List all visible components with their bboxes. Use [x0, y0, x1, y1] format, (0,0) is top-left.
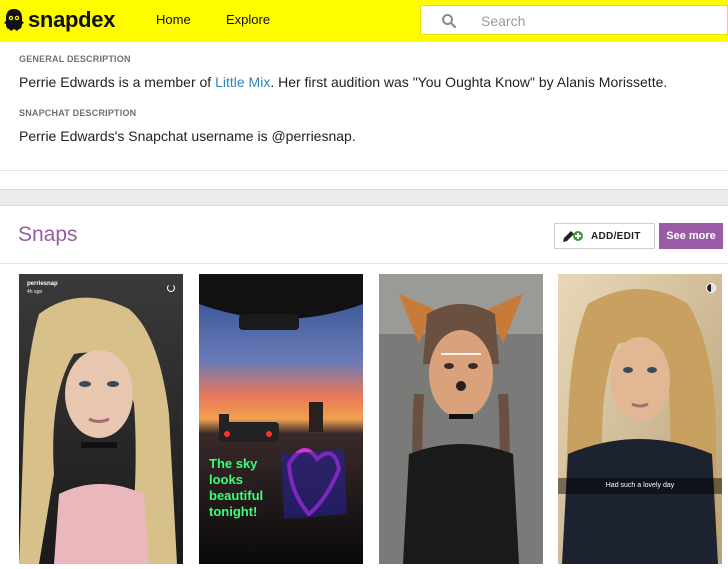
snap-timestamp: 4h ago	[27, 289, 43, 295]
pencil-plus-icon	[563, 231, 583, 242]
snap-card-3[interactable]	[379, 274, 543, 564]
search-icon[interactable]	[441, 13, 457, 29]
little-mix-link[interactable]: Little Mix	[215, 74, 270, 90]
search-input[interactable]	[481, 10, 721, 32]
logo[interactable]: snapdex	[4, 6, 115, 34]
add-edit-button[interactable]: ADD/EDIT	[554, 223, 655, 249]
snapchat-description-heading: SNAPCHAT DESCRIPTION	[19, 108, 137, 118]
snap-photo-2	[199, 274, 363, 564]
loading-ring-icon	[167, 284, 175, 292]
snap-caption: Had such a lovely day	[558, 478, 722, 494]
logo-text: snapdex	[28, 7, 116, 32]
snap-photo-1	[19, 274, 183, 564]
nav-home-link[interactable]: Home	[156, 12, 191, 27]
description-divider	[0, 170, 728, 171]
snap-status-icon	[706, 283, 716, 293]
nav-explore-link[interactable]: Explore	[226, 12, 270, 27]
general-text-after: . Her first audition was "You Oughta Kno…	[270, 74, 668, 90]
section-separator	[0, 189, 728, 206]
snaps-divider	[0, 263, 728, 264]
snapchat-description-text: Perrie Edwards's Snapchat username is @p…	[19, 128, 356, 144]
snap-photo-3	[379, 274, 543, 564]
add-edit-label: ADD/EDIT	[591, 230, 641, 242]
snap-card-4[interactable]: Had such a lovely day	[558, 274, 722, 564]
top-bar: snapdex Home Explore	[0, 0, 728, 42]
general-description-text: Perrie Edwards is a member of Little Mix…	[19, 74, 667, 90]
general-text-before: Perrie Edwards is a member of	[19, 74, 216, 90]
snap-photo-4	[558, 274, 722, 564]
see-more-button[interactable]: See more	[659, 223, 723, 249]
snap-card-2[interactable]: The sky looks beautiful tonight!	[199, 274, 363, 564]
general-description-heading: GENERAL DESCRIPTION	[19, 54, 131, 64]
snaps-section-title: Snaps	[18, 223, 78, 246]
snap-overlay-text: The sky looks beautiful tonight!	[209, 456, 264, 519]
search-box	[420, 5, 728, 35]
snap-card-1[interactable]: perriesnap 4h ago	[19, 274, 183, 564]
snap-username: perriesnap	[27, 281, 58, 287]
ghost-logo-icon	[4, 9, 24, 31]
